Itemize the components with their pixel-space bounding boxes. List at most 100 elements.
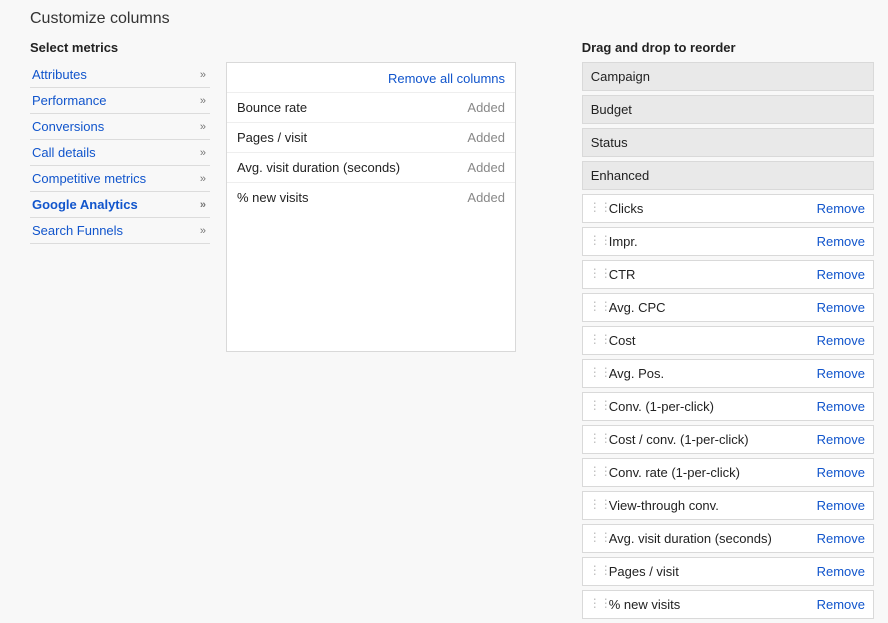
reorder-item: Status <box>582 128 874 157</box>
reorder-item[interactable]: Conv. rate (1-per-click) Remove <box>582 458 874 487</box>
metric-row[interactable]: Bounce rate Added <box>227 93 515 123</box>
chevron-right-icon: » <box>200 199 204 211</box>
drag-handle-icon[interactable] <box>591 565 601 579</box>
category-label: Competitive metrics <box>32 171 146 186</box>
metric-row[interactable]: % new visits Added <box>227 183 515 212</box>
right-column: Drag and drop to reorder Campaign Budget S… <box>582 40 874 623</box>
reorder-label: Conv. (1-per-click) <box>609 399 809 414</box>
remove-link[interactable]: Remove <box>817 498 865 513</box>
remove-link[interactable]: Remove <box>817 465 865 480</box>
reorder-item[interactable]: Avg. visit duration (seconds) Remove <box>582 524 874 553</box>
drag-handle-icon[interactable] <box>591 532 601 546</box>
category-label: Conversions <box>32 119 104 134</box>
remove-link[interactable]: Remove <box>817 531 865 546</box>
chevron-right-icon: » <box>200 173 204 185</box>
reorder-label: Cost <box>609 333 809 348</box>
chevron-right-icon: » <box>200 147 204 159</box>
category-label: Search Funnels <box>32 223 123 238</box>
metric-added-status: Added <box>467 100 505 115</box>
drag-handle-icon[interactable] <box>591 268 601 282</box>
metric-row[interactable]: Avg. visit duration (seconds) Added <box>227 153 515 183</box>
drag-handle-icon[interactable] <box>591 301 601 315</box>
drag-handle-icon[interactable] <box>591 400 601 414</box>
reorder-label: Avg. Pos. <box>609 366 809 381</box>
reorder-label: Clicks <box>609 201 809 216</box>
remove-link[interactable]: Remove <box>817 366 865 381</box>
reorder-label: Avg. visit duration (seconds) <box>609 531 809 546</box>
reorder-label: View-through conv. <box>609 498 809 513</box>
reorder-label: Cost / conv. (1-per-click) <box>609 432 809 447</box>
drag-handle-icon[interactable] <box>591 334 601 348</box>
reorder-item[interactable]: View-through conv. Remove <box>582 491 874 520</box>
category-item[interactable]: Google Analytics » <box>30 192 210 218</box>
reorder-item[interactable]: Cost Remove <box>582 326 874 355</box>
remove-link[interactable]: Remove <box>817 201 865 216</box>
reorder-item[interactable]: Avg. CPC Remove <box>582 293 874 322</box>
chevron-right-icon: » <box>200 121 204 133</box>
drag-handle-icon[interactable] <box>591 202 601 216</box>
metrics-panel: Remove all columns Bounce rateAddedPages… <box>226 62 516 352</box>
remove-link[interactable]: Remove <box>817 234 865 249</box>
drag-handle-icon[interactable] <box>591 598 601 612</box>
category-item[interactable]: Attributes » <box>30 62 210 88</box>
metric-added-status: Added <box>467 190 505 205</box>
reorder-item[interactable]: Pages / visit Remove <box>582 557 874 586</box>
reorder-item: Enhanced <box>582 161 874 190</box>
metrics-list: Bounce rateAddedPages / visitAddedAvg. v… <box>227 93 515 212</box>
reorder-label: Enhanced <box>591 168 865 183</box>
chevron-right-icon: » <box>200 69 204 81</box>
category-label: Call details <box>32 145 96 160</box>
drag-handle-icon[interactable] <box>591 433 601 447</box>
reorder-list: Campaign Budget Status Enhanced Clicks Remove… <box>582 62 874 619</box>
reorder-item: Budget <box>582 95 874 124</box>
category-label: Attributes <box>32 67 87 82</box>
remove-link[interactable]: Remove <box>817 432 865 447</box>
category-item[interactable]: Competitive metrics » <box>30 166 210 192</box>
remove-all-columns-link[interactable]: Remove all columns <box>388 71 505 86</box>
drag-handle-icon[interactable] <box>591 367 601 381</box>
metric-label: Avg. visit duration (seconds) <box>237 160 400 175</box>
category-list: Attributes»Performance»Conversions»Call … <box>30 62 210 244</box>
reorder-item: Campaign <box>582 62 874 91</box>
drag-handle-icon[interactable] <box>591 499 601 513</box>
reorder-label: CTR <box>609 267 809 282</box>
reorder-item[interactable]: Conv. (1-per-click) Remove <box>582 392 874 421</box>
remove-link[interactable]: Remove <box>817 300 865 315</box>
reorder-item[interactable]: CTR Remove <box>582 260 874 289</box>
category-item[interactable]: Call details » <box>30 140 210 166</box>
reorder-label: Impr. <box>609 234 809 249</box>
category-label: Google Analytics <box>32 197 138 212</box>
remove-link[interactable]: Remove <box>817 564 865 579</box>
reorder-label: Budget <box>591 102 865 117</box>
remove-link[interactable]: Remove <box>817 267 865 282</box>
metric-label: % new visits <box>237 190 309 205</box>
metric-label: Bounce rate <box>237 100 307 115</box>
reorder-item[interactable]: % new visitsRemove <box>582 590 874 619</box>
drag-handle-icon[interactable] <box>591 466 601 480</box>
category-item[interactable]: Performance » <box>30 88 210 114</box>
reorder-label: Avg. CPC <box>609 300 809 315</box>
reorder-label: Conv. rate (1-per-click) <box>609 465 809 480</box>
select-metrics-heading: Select metrics <box>30 40 524 62</box>
remove-link[interactable]: Remove <box>817 333 865 348</box>
category-item[interactable]: Conversions » <box>30 114 210 140</box>
metric-label: Pages / visit <box>237 130 307 145</box>
category-item[interactable]: Search Funnels» <box>30 218 210 244</box>
category-label: Performance <box>32 93 106 108</box>
reorder-item[interactable]: Avg. Pos. Remove <box>582 359 874 388</box>
metric-added-status: Added <box>467 130 505 145</box>
page-title: Customize columns <box>0 0 888 40</box>
reorder-label: Campaign <box>591 69 865 84</box>
reorder-heading: Drag and drop to reorder <box>582 40 874 62</box>
left-column: Select metrics Attributes»Performance»Co… <box>30 40 524 352</box>
reorder-item[interactable]: Cost / conv. (1-per-click) Remove <box>582 425 874 454</box>
reorder-item[interactable]: Clicks Remove <box>582 194 874 223</box>
reorder-label: Status <box>591 135 865 150</box>
chevron-right-icon: » <box>200 95 204 107</box>
metric-added-status: Added <box>467 160 505 175</box>
remove-link[interactable]: Remove <box>817 399 865 414</box>
drag-handle-icon[interactable] <box>591 235 601 249</box>
reorder-item[interactable]: Impr. Remove <box>582 227 874 256</box>
reorder-label: Pages / visit <box>609 564 809 579</box>
metric-row[interactable]: Pages / visit Added <box>227 123 515 153</box>
